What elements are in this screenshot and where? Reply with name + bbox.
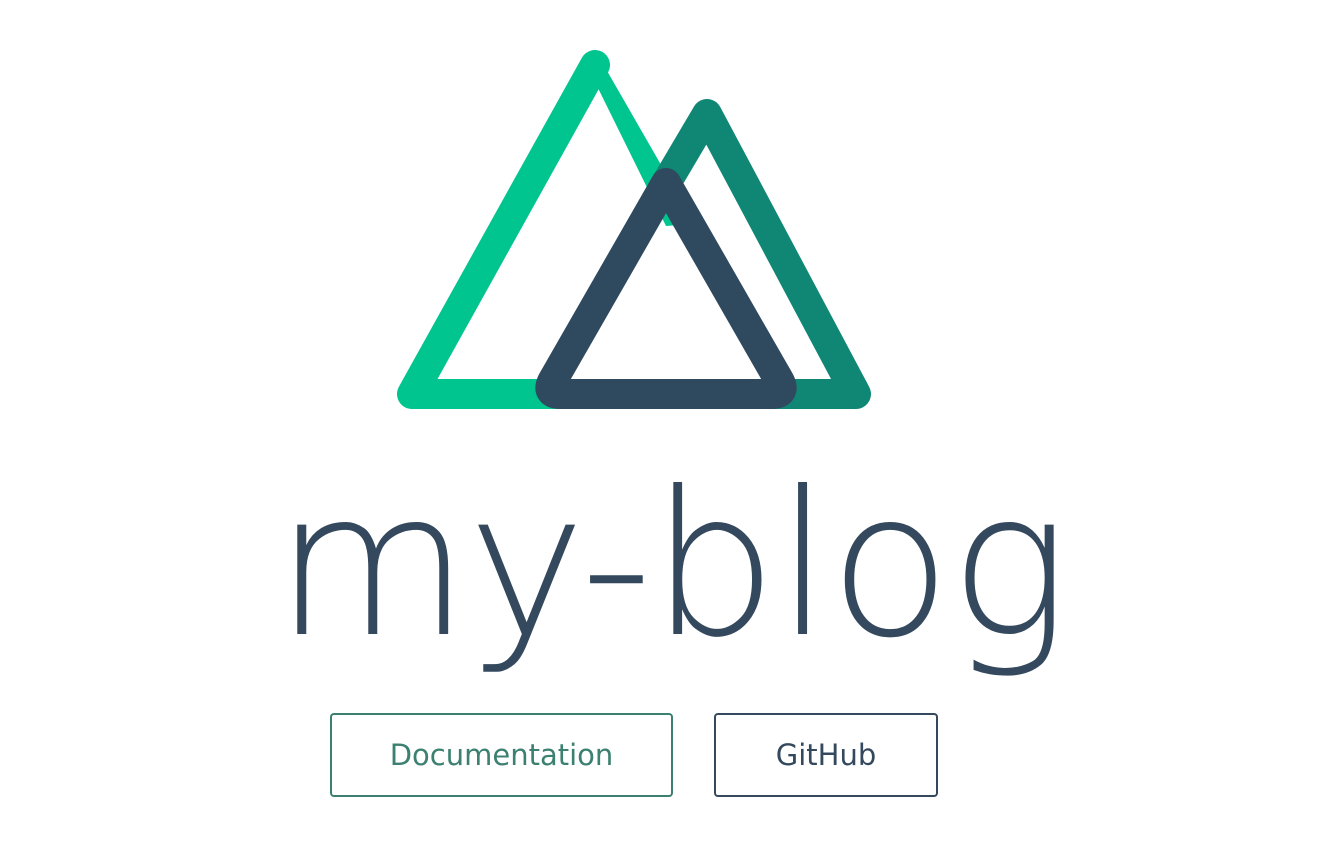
nuxt-logo-icon <box>397 50 871 409</box>
link-buttons: Documentation GitHub <box>0 713 1342 801</box>
documentation-button[interactable]: Documentation <box>330 713 673 797</box>
github-button[interactable]: GitHub <box>714 713 938 797</box>
page-title: my-blog <box>274 449 1070 682</box>
